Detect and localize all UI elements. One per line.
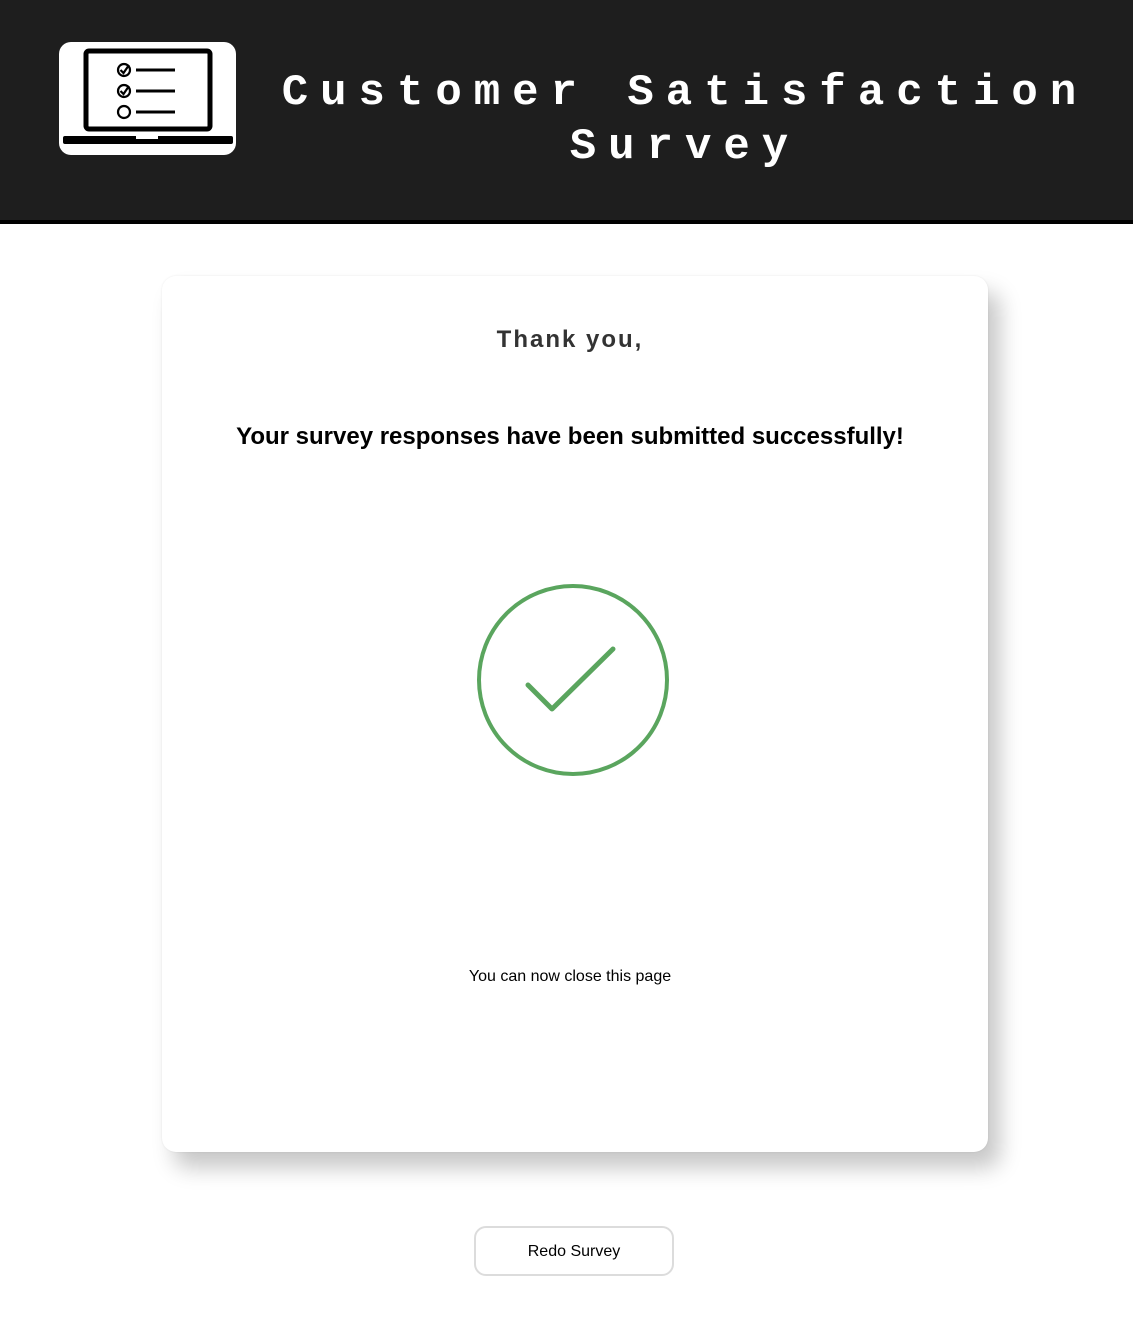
laptop-checklist-icon <box>59 42 236 155</box>
redo-survey-button[interactable]: Redo Survey <box>474 1226 674 1276</box>
page-title-line-2: Survey <box>569 122 801 172</box>
page-title: Customer Satisfaction Survey <box>270 66 1100 174</box>
page-header: Customer Satisfaction Survey <box>0 0 1133 224</box>
close-page-note: You can now close this page <box>468 968 672 985</box>
success-message: Your survey responses have been submitte… <box>236 423 904 450</box>
confirmation-card: Thank you, Your survey responses have be… <box>162 276 988 1152</box>
page-title-line-1: Customer Satisfaction <box>281 68 1089 118</box>
thanks-heading: Thank you, <box>496 326 644 353</box>
check-circle-icon <box>476 584 670 776</box>
